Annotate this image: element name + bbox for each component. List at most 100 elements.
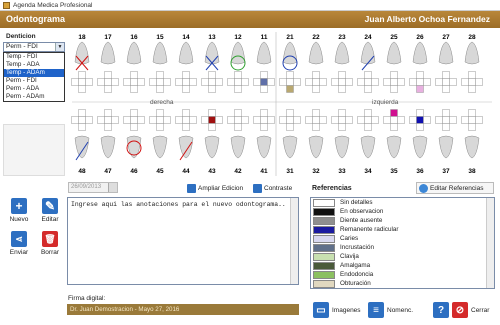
upper-surface[interactable] (364, 71, 372, 79)
lower-surface[interactable] (449, 116, 457, 124)
ampliar-button[interactable]: Ampliar Edicion (187, 183, 243, 194)
denticion-option[interactable]: Temp - FDI (4, 53, 64, 61)
lower-surface[interactable] (279, 116, 287, 124)
upper-surface[interactable] (78, 78, 86, 86)
upper-surface[interactable] (137, 78, 145, 86)
lower-surface[interactable] (331, 116, 339, 124)
upper-surface[interactable] (383, 78, 391, 86)
lower-surface[interactable] (130, 123, 138, 131)
lower-surface[interactable] (468, 116, 476, 124)
lower-surface[interactable] (267, 116, 275, 124)
lower-surface[interactable] (338, 123, 346, 131)
upper-surface[interactable] (182, 85, 190, 93)
lower-surface[interactable] (390, 109, 398, 117)
upper-surface[interactable] (312, 85, 320, 93)
upper-surface[interactable] (208, 78, 216, 86)
lower-surface[interactable] (241, 116, 249, 124)
referencia-item[interactable]: Caries (311, 234, 494, 243)
lower-surface[interactable] (409, 116, 417, 124)
lower-surface[interactable] (286, 116, 294, 124)
lower-surface[interactable] (338, 116, 346, 124)
lower-surface[interactable] (104, 109, 112, 117)
upper-surface[interactable] (468, 85, 476, 93)
notes-scrollbar[interactable] (290, 198, 298, 284)
lower-surface[interactable] (435, 116, 443, 124)
upper-surface[interactable] (364, 78, 372, 86)
upper-surface[interactable] (331, 78, 339, 86)
lower-surface[interactable] (97, 116, 105, 124)
borrar-button[interactable]: 🗑 Borrar (36, 231, 64, 256)
lower-surface[interactable] (189, 116, 197, 124)
upper-surface[interactable] (130, 85, 138, 93)
referencia-item[interactable]: Diente ausente (311, 216, 494, 225)
lower-surface[interactable] (312, 109, 320, 117)
upper-surface[interactable] (312, 71, 320, 79)
lower-surface[interactable] (338, 109, 346, 117)
lower-surface[interactable] (319, 116, 327, 124)
lower-surface[interactable] (390, 123, 398, 131)
upper-surface[interactable] (234, 71, 242, 79)
upper-surface[interactable] (260, 71, 268, 79)
referencia-item[interactable]: Endodoncia (311, 270, 494, 279)
referencia-item[interactable]: En observacion (311, 207, 494, 216)
lower-surface[interactable] (364, 116, 372, 124)
lower-surface[interactable] (156, 123, 164, 131)
lower-surface[interactable] (104, 116, 112, 124)
upper-surface[interactable] (104, 78, 112, 86)
imagenes-button[interactable]: ▭ Imagenes (313, 302, 361, 318)
upper-surface[interactable] (449, 78, 457, 86)
denticion-option[interactable]: Perm - ADA (4, 85, 64, 93)
lower-surface[interactable] (215, 116, 223, 124)
lower-surface[interactable] (357, 116, 365, 124)
date-field[interactable]: 26/09/2013 (68, 182, 118, 193)
upper-surface[interactable] (130, 78, 138, 86)
lower-surface[interactable] (260, 116, 268, 124)
editar-referencias-button[interactable]: Editar Referencias (416, 182, 494, 194)
upper-surface[interactable] (364, 85, 372, 93)
denticion-option[interactable]: Perm - FDI (4, 77, 64, 85)
upper-surface[interactable] (234, 85, 242, 93)
upper-surface[interactable] (130, 71, 138, 79)
lower-surface[interactable] (260, 109, 268, 117)
lower-surface[interactable] (182, 123, 190, 131)
upper-surface[interactable] (201, 78, 209, 86)
lower-surface[interactable] (423, 116, 431, 124)
lower-surface[interactable] (137, 116, 145, 124)
upper-surface[interactable] (279, 78, 287, 86)
upper-surface[interactable] (78, 85, 86, 93)
upper-surface[interactable] (104, 71, 112, 79)
upper-surface[interactable] (305, 78, 313, 86)
upper-surface[interactable] (215, 78, 223, 86)
upper-surface[interactable] (78, 71, 86, 79)
editar-button[interactable]: ✎ Editar (36, 198, 64, 223)
referencia-item[interactable]: Sin detalles (311, 198, 494, 207)
nomenclatura-button[interactable]: ≡ Nomenc. (368, 302, 413, 318)
notes-textarea[interactable]: Ingrese aqui las anotaciones para el nue… (67, 197, 299, 285)
lower-surface[interactable] (208, 109, 216, 117)
upper-surface[interactable] (390, 85, 398, 93)
upper-surface[interactable] (416, 71, 424, 79)
lower-surface[interactable] (163, 116, 171, 124)
lower-surface[interactable] (475, 116, 483, 124)
upper-surface[interactable] (442, 71, 450, 79)
upper-surface[interactable] (85, 78, 93, 86)
upper-surface[interactable] (312, 78, 320, 86)
upper-surface[interactable] (227, 78, 235, 86)
upper-surface[interactable] (189, 78, 197, 86)
lower-surface[interactable] (345, 116, 353, 124)
upper-surface[interactable] (461, 78, 469, 86)
lower-surface[interactable] (182, 116, 190, 124)
upper-surface[interactable] (175, 78, 183, 86)
contraste-button[interactable]: Contraste (253, 183, 292, 194)
referencias-scrollbar[interactable] (486, 198, 494, 288)
upper-surface[interactable] (319, 78, 327, 86)
denticion-option[interactable]: Perm - ADAm (4, 93, 64, 101)
upper-surface[interactable] (97, 78, 105, 86)
upper-surface[interactable] (156, 71, 164, 79)
upper-surface[interactable] (345, 78, 353, 86)
upper-surface[interactable] (156, 78, 164, 86)
lower-surface[interactable] (253, 116, 261, 124)
lower-surface[interactable] (286, 123, 294, 131)
referencia-item[interactable]: Remanente radicular (311, 225, 494, 234)
upper-surface[interactable] (416, 85, 424, 93)
